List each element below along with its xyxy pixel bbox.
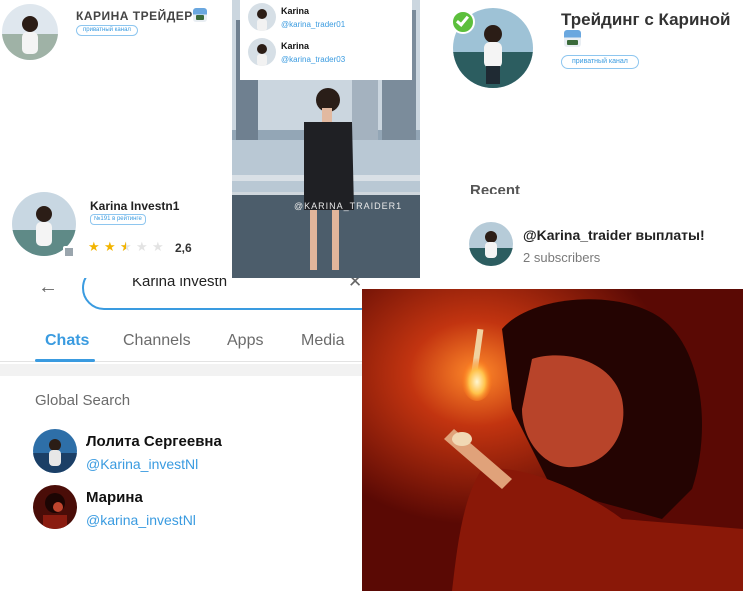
star-rating: ★ ★ ★ ★ ★ ★ <box>88 240 172 254</box>
contact-name: Karina <box>281 6 310 16</box>
channel-title: КАРИНА ТРЕЙДЕР <box>76 8 207 23</box>
search-divider <box>0 364 362 376</box>
contact-row[interactable]: Karina @karina_trader01 <box>248 2 408 36</box>
channel-title: Трейдинг с Кариной <box>561 10 731 29</box>
channel-avatar[interactable] <box>2 4 58 60</box>
clear-icon[interactable]: ✕ <box>348 278 362 292</box>
recent-channel-title[interactable]: @Karina_traider выплаты! <box>523 227 705 243</box>
rating-value: 2,6 <box>175 241 192 255</box>
contacts-overlay: Karina @karina_trader01 Karina @karina_t… <box>240 0 412 80</box>
star-icon: ★ <box>88 239 100 254</box>
online-badge <box>63 246 75 258</box>
verified-badge <box>451 10 475 34</box>
star-icon: ★ <box>104 239 116 254</box>
recent-channel-subscribers: 2 subscribers <box>523 250 601 265</box>
recent-channel-card: Recent @Karina_traider выплаты! 2 subscr… <box>420 170 743 278</box>
back-arrow-icon[interactable]: ← <box>38 278 58 297</box>
search-result-row[interactable]: Лолита Сергеевна @Karina_investNl <box>30 426 360 478</box>
tab-chats[interactable]: Chats <box>45 332 89 350</box>
private-channel-badge: приватный канал <box>76 25 138 36</box>
star-half-icon: ★ ★ <box>120 239 132 254</box>
contact-handle[interactable]: @karina_trader03 <box>281 55 345 64</box>
contact-avatar <box>248 38 276 66</box>
contact-handle[interactable]: @karina_trader01 <box>281 20 345 29</box>
profile-rating-card: Karina Investn1 №191 в рейтинге ★ ★ ★ ★ ★… <box>0 80 232 278</box>
profile-name: Karina Investn1 <box>90 199 180 213</box>
check-badge-icon <box>455 13 470 27</box>
result-avatar <box>33 429 77 473</box>
photo-post-panel: Karina @karina_trader01 Karina @karina_t… <box>232 0 420 278</box>
tab-apps[interactable]: Apps <box>227 332 263 350</box>
chart-emoji-icon <box>564 30 581 47</box>
tab-media[interactable]: Media <box>301 332 345 350</box>
search-tabs: Chats Channels Apps Media <box>0 322 362 362</box>
star-icon: ★ <box>136 239 148 254</box>
search-screen: ← Karina investn ✕ Chats Channels Apps M… <box>0 278 362 591</box>
global-search-title: Global Search <box>35 392 131 409</box>
active-tab-indicator <box>35 359 95 362</box>
red-portrait-photo <box>362 289 743 591</box>
result-name: Лолита Сергеевна <box>86 433 222 450</box>
star-icon: ★ <box>152 239 164 254</box>
photo-watermark: @KARINA_TRAIDER1 <box>294 201 403 211</box>
result-handle[interactable]: @Karina_investNl <box>86 456 198 472</box>
private-channel-badge: приватный канал <box>561 55 639 69</box>
contact-avatar <box>248 3 276 31</box>
recent-section-title: Recent <box>470 182 521 194</box>
channel-card-trading: Трейдинг с Кариной приватный канал <box>420 0 743 170</box>
result-avatar <box>33 485 77 529</box>
search-box[interactable]: Karina investn ✕ <box>82 278 362 310</box>
search-input[interactable]: Karina investn <box>132 278 227 290</box>
rank-badge: №191 в рейтинге <box>90 214 146 225</box>
search-result-row[interactable]: Марина @karina_investNl <box>30 482 360 534</box>
contact-row[interactable]: Karina @karina_trader03 <box>248 37 408 71</box>
chart-emoji-icon <box>192 8 207 22</box>
result-handle[interactable]: @karina_investNl <box>86 512 196 528</box>
contact-name: Karina <box>281 41 310 51</box>
channel-avatar[interactable] <box>469 222 513 266</box>
channel-card-karina-trader: КАРИНА ТРЕЙДЕР приватный канал <box>0 0 232 80</box>
result-name: Марина <box>86 489 143 506</box>
tab-channels[interactable]: Channels <box>123 332 191 350</box>
